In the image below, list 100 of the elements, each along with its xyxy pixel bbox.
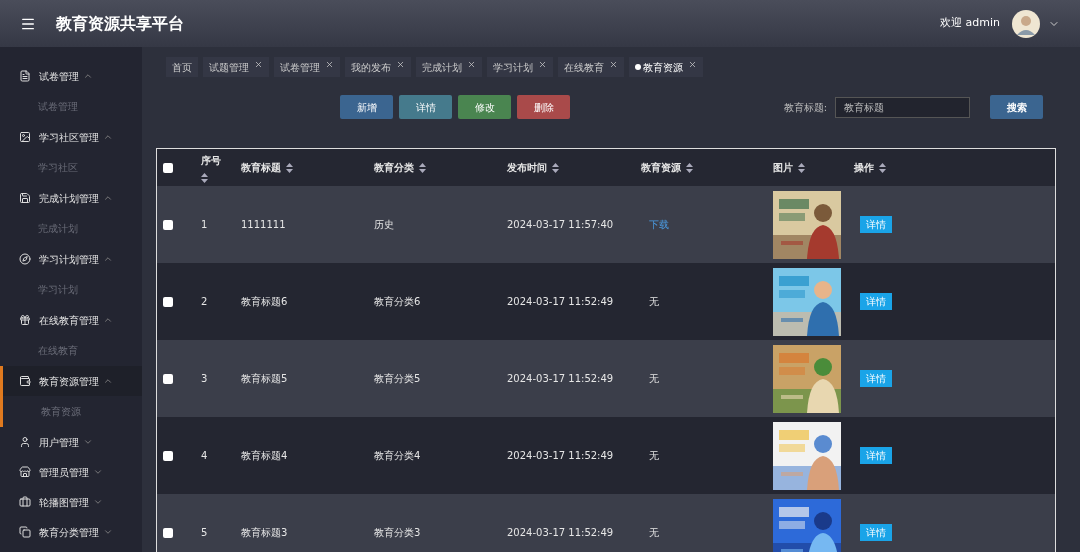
tab[interactable]: 试题管理 — [203, 57, 269, 77]
table-cell: 教育标题3 — [241, 527, 288, 538]
caret-icon — [93, 497, 103, 507]
caret-icon — [103, 315, 113, 325]
close-icon[interactable] — [609, 59, 618, 69]
table-cell: 2024-03-17 11:52:49 — [507, 527, 614, 538]
caret-icon — [93, 467, 103, 477]
menu-group-label: 用户管理 — [39, 435, 79, 450]
menu-group[interactable]: 试卷管理 — [0, 61, 142, 91]
tab[interactable]: 教育资源 — [629, 57, 703, 77]
caret-icon — [83, 71, 93, 81]
table-cell: 教育标题6 — [241, 296, 288, 307]
welcome-text: 欢迎 admin — [940, 15, 1000, 32]
table-cell: 无 — [649, 527, 659, 538]
close-icon[interactable] — [467, 59, 476, 69]
image-icon — [19, 131, 31, 143]
sort-icon[interactable] — [798, 162, 805, 173]
table-cell: 教育分类4 — [374, 450, 421, 461]
menu-group[interactable]: 学习计划管理 — [0, 244, 142, 274]
tab[interactable]: 学习计划 — [487, 57, 553, 77]
column-header[interactable]: 操作 — [854, 160, 1055, 175]
sort-icon[interactable] — [686, 162, 693, 173]
menu-group-label: 轮播图管理 — [39, 495, 89, 510]
table-cell: 5 — [201, 527, 208, 538]
tab[interactable]: 首页 — [166, 57, 198, 77]
checkbox[interactable] — [163, 162, 173, 173]
column-header[interactable]: 教育标题 — [241, 160, 374, 175]
caret-icon — [103, 527, 113, 537]
user-icon — [19, 436, 31, 448]
close-icon[interactable] — [538, 59, 547, 69]
tab[interactable]: 完成计划 — [416, 57, 482, 77]
menu-group-label: 教育资源管理 — [39, 374, 99, 389]
close-icon[interactable] — [396, 59, 405, 69]
table-cell: 无 — [649, 373, 659, 384]
close-icon[interactable] — [325, 59, 334, 69]
download-link[interactable]: 下载 — [649, 219, 669, 230]
table-cell: 无 — [649, 296, 659, 307]
tab[interactable]: 我的发布 — [345, 57, 411, 77]
menu-group-label: 学习社区管理 — [39, 130, 99, 145]
avatar[interactable] — [1012, 9, 1040, 38]
toolbar-button[interactable]: 详情 — [399, 95, 452, 119]
checkbox[interactable] — [163, 373, 173, 384]
caret-icon — [83, 437, 93, 447]
menu-group[interactable]: 教育分类管理 — [0, 517, 142, 547]
tab[interactable]: 在线教育 — [558, 57, 624, 77]
toolbar-button[interactable]: 新增 — [340, 95, 393, 119]
table-cell: 2 — [201, 296, 208, 307]
table-cell: 4 — [201, 450, 208, 461]
column-header[interactable]: 教育资源 — [641, 160, 773, 175]
menu-group[interactable]: 在线教育管理 — [0, 305, 142, 335]
menu-group-label: 试卷管理 — [39, 69, 79, 84]
column-header[interactable]: 序号 — [191, 152, 241, 183]
sort-icon[interactable] — [879, 162, 886, 173]
column-header[interactable]: 图片 — [773, 160, 854, 175]
caret-icon — [103, 376, 113, 386]
column-header[interactable]: 教育分类 — [374, 160, 507, 175]
gift-icon — [19, 314, 31, 326]
save-icon — [19, 192, 31, 204]
sort-icon[interactable] — [552, 162, 559, 173]
search-label: 教育标题: — [783, 100, 827, 115]
wallet-icon — [19, 375, 31, 387]
briefcase-icon — [19, 496, 31, 508]
menu-group-label: 在线教育管理 — [39, 313, 99, 328]
menu-group[interactable]: 学习社区管理 — [0, 122, 142, 152]
caret-icon — [103, 132, 113, 142]
sort-icon[interactable] — [201, 172, 208, 183]
search-button[interactable]: 搜索 — [990, 95, 1043, 119]
sort-icon[interactable] — [419, 162, 426, 173]
menu-group[interactable]: 用户管理 — [0, 427, 142, 457]
table-cell: 2024-03-17 11:52:49 — [507, 450, 614, 461]
menu-group[interactable]: 管理员管理 — [0, 457, 142, 487]
close-icon[interactable] — [688, 59, 697, 69]
sort-icon[interactable] — [286, 162, 293, 173]
table-cell: 历史 — [374, 219, 394, 230]
menu-group[interactable]: 轮播图管理 — [0, 487, 142, 517]
checkbox[interactable] — [163, 219, 173, 230]
search-field[interactable]: 教育标题 — [835, 96, 970, 118]
table-cell: 2024-03-17 11:57:40 — [507, 219, 614, 230]
close-icon[interactable] — [254, 59, 263, 69]
table-cell: 2024-03-17 11:52:49 — [507, 296, 614, 307]
menu-group-label: 管理员管理 — [39, 465, 89, 480]
toolbar-button[interactable]: 修改 — [458, 95, 511, 119]
toolbar-button[interactable]: 删除 — [517, 95, 570, 119]
checkbox[interactable] — [163, 296, 173, 307]
table-cell: 教育分类6 — [374, 296, 421, 307]
menu-group[interactable]: 完成计划管理 — [0, 183, 142, 213]
caret-icon — [103, 254, 113, 264]
table-cell: 教育标题5 — [241, 373, 288, 384]
column-header[interactable]: 发布时间 — [507, 160, 641, 175]
table-cell: 1 — [201, 219, 208, 230]
copy-icon — [19, 526, 31, 538]
checkbox[interactable] — [163, 527, 173, 538]
tab[interactable]: 试卷管理 — [274, 57, 340, 77]
caret-icon — [103, 193, 113, 203]
table-cell: 3 — [201, 373, 208, 384]
menu-group-label: 教育分类管理 — [39, 525, 99, 540]
table-cell: 2024-03-17 11:52:49 — [507, 373, 614, 384]
table-cell: 教育分类5 — [374, 373, 421, 384]
menu-group[interactable]: 教育资源管理 — [0, 366, 142, 396]
checkbox[interactable] — [163, 450, 173, 461]
